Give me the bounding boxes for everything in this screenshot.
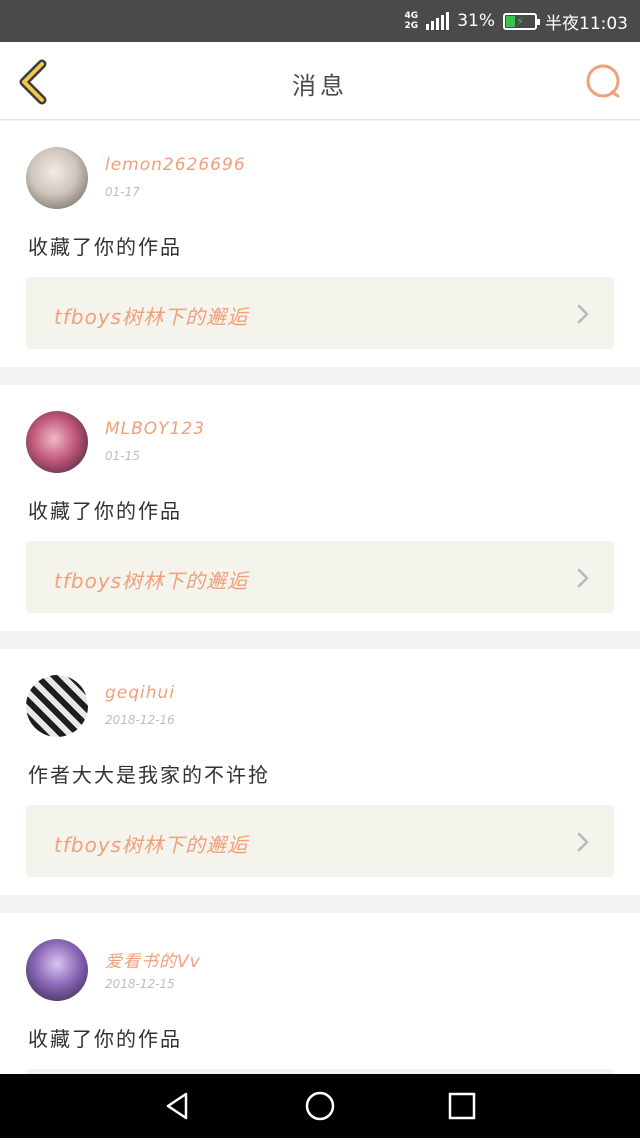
message-card: MLBOY123 01-15 收藏了你的作品 tfboys树林下的邂逅 xyxy=(0,385,640,631)
network-type: 4G 2G xyxy=(405,11,419,31)
battery-icon: ⚡ xyxy=(503,12,540,30)
messages-screen: 4G 2G 31% ⚡ 半夜11:03 消息 lemon2626696 01-1… xyxy=(0,0,640,1138)
work-link[interactable]: tfboys树林下的邂逅 xyxy=(26,541,614,613)
message-action: 作者大大是我家的不许抢 xyxy=(28,763,270,787)
message-card: geqihui 2018-12-16 作者大大是我家的不许抢 tfboys树林下… xyxy=(0,649,640,895)
message-date: 01-15 xyxy=(105,449,140,463)
work-link[interactable]: tfboys树林下的邂逅 xyxy=(26,805,614,877)
signal-icon xyxy=(426,12,450,30)
avatar[interactable] xyxy=(26,939,88,1001)
chevron-right-icon xyxy=(577,568,589,588)
work-title: tfboys树林下的邂逅 xyxy=(54,833,249,857)
triangle-back-icon[interactable] xyxy=(162,1090,194,1122)
message-action: 收藏了你的作品 xyxy=(28,499,182,523)
work-link[interactable]: tfboys树林下的邂逅 xyxy=(26,277,614,349)
page-title: 消息 xyxy=(292,72,348,100)
battery-percent: 31% xyxy=(457,11,495,31)
message-date: 2018-12-15 xyxy=(105,977,175,991)
work-title: tfboys树林下的邂逅 xyxy=(54,305,249,329)
message-action: 收藏了你的作品 xyxy=(28,1027,182,1051)
square-recent-icon[interactable] xyxy=(448,1092,476,1120)
message-date: 2018-12-16 xyxy=(105,713,175,727)
avatar[interactable] xyxy=(26,147,88,209)
app-header: 消息 xyxy=(0,42,640,120)
network-4g: 4G xyxy=(404,11,419,21)
chevron-right-icon xyxy=(577,832,589,852)
work-title: tfboys树林下的邂逅 xyxy=(54,569,249,593)
avatar[interactable] xyxy=(26,675,88,737)
status-bar: 4G 2G 31% ⚡ 半夜11:03 xyxy=(0,0,640,42)
avatar[interactable] xyxy=(26,411,88,473)
circle-home-icon[interactable] xyxy=(304,1090,336,1122)
chevron-right-icon xyxy=(577,304,589,324)
username[interactable]: geqihui xyxy=(105,683,175,703)
system-nav-bar xyxy=(0,1074,640,1138)
username[interactable]: MLBOY123 xyxy=(105,419,205,439)
clock: 半夜11:03 xyxy=(545,13,628,34)
username[interactable]: lemon2626696 xyxy=(105,155,246,175)
message-date: 01-17 xyxy=(105,185,140,199)
search-icon[interactable] xyxy=(584,62,624,102)
network-2g: 2G xyxy=(404,21,419,31)
message-card: lemon2626696 01-17 收藏了你的作品 tfboys树林下的邂逅 xyxy=(0,121,640,367)
message-action: 收藏了你的作品 xyxy=(28,235,182,259)
username[interactable]: 爱看书的Vv xyxy=(105,947,201,972)
